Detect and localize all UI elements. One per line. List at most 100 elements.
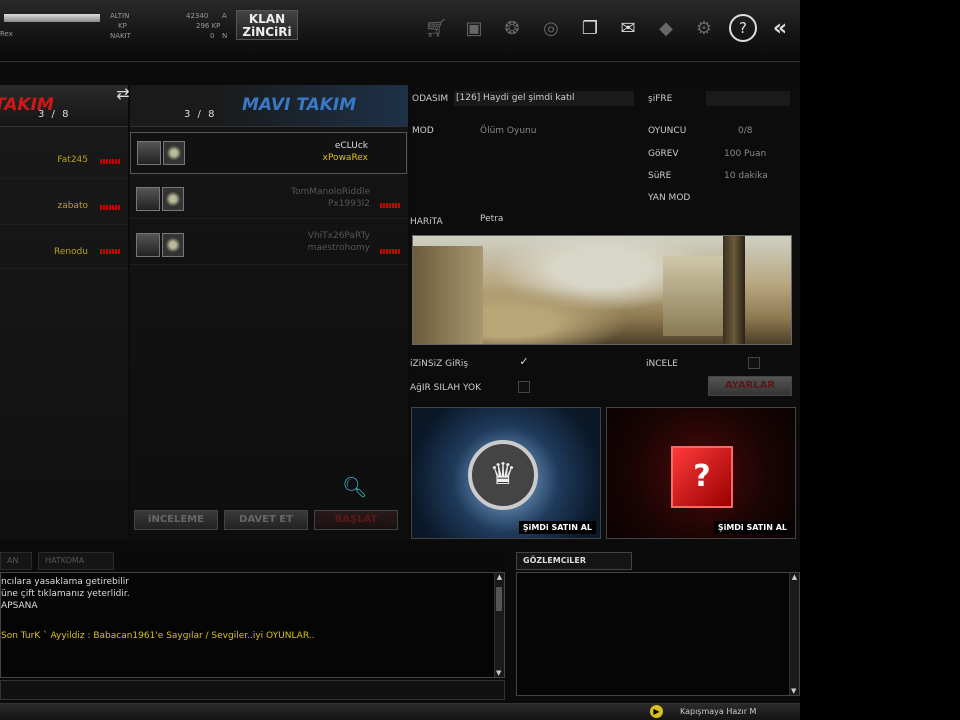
tag-icon[interactable]: ◆ [652,14,680,42]
crown-promo[interactable]: ♛ ŞiMDi SATIN AL [411,407,601,539]
ping-icon [100,159,120,164]
mod-value[interactable]: Ölüm Oyunu [480,126,536,136]
yan-mod-label: YAN MOD [648,193,691,203]
black-margin [800,0,960,720]
wolf-icon[interactable]: ❂ [498,14,526,42]
klan-zinciri-button[interactable]: KLAN ZiNCiRi [236,10,298,40]
nakit-label: NAKIT [110,32,131,40]
izinsiz-giris-checkbox[interactable]: ✓ [518,356,530,369]
scroll-up-icon[interactable]: ▲ [495,573,504,581]
scroll-down-icon[interactable]: ▼ [496,669,501,677]
gift-icon[interactable]: ❐ [576,14,604,42]
mystery-box-icon: ? [671,446,733,508]
gorev-value[interactable]: 100 Puan [724,149,766,159]
scroll-down-icon[interactable]: ▼ [791,687,796,695]
medal-icon[interactable]: ◎ [537,14,565,42]
blue-team-panel: 3 / 8 MAVI TAKIM eCLUck xPowaRex TomMano… [130,85,408,540]
incele-button[interactable]: iNCELEME [134,510,218,530]
rank-emblem-icon [162,233,184,257]
sure-value[interactable]: 10 dakika [724,171,768,181]
back-icon[interactable]: « [766,14,794,42]
rank-badge-icon [136,233,160,257]
klan-line2: ZiNCiRi [242,25,292,39]
kp-label: KP [118,22,127,30]
ping-icon [380,203,400,208]
crown-buy-button[interactable]: ŞiMDi SATIN AL [518,521,596,534]
blue-player-name: eCLUck [334,141,368,151]
red-team-panel: TAKIM 3 / 8 Fat245 zabato Renodu [0,85,128,540]
cart-icon[interactable]: 🛒︎ [422,14,450,42]
odasim-label: ODASIM [412,94,449,104]
observers-tab[interactable]: GÖZLEMCiLER [516,552,632,570]
rank-badge-icon [136,187,160,211]
scroll-thumb[interactable] [496,587,502,611]
status-bar: ▶ Kapışmaya Hazır M [0,703,800,720]
ayarlar-button[interactable]: AYARLAR [708,376,792,396]
red-team-count: 3 / 8 [38,109,71,120]
rank-emblem-icon [162,187,184,211]
inventory-icon[interactable]: ▣ [460,14,488,42]
rank-badge-icon [137,141,161,165]
harita-label: HARiTA [410,217,443,227]
agir-silah-label: AğIR SILAH YOK [410,383,482,393]
map-cliff [413,246,483,344]
room-title: [126] Haydi gel şimdi katıl [456,93,575,103]
nakit-unit: N [222,32,228,40]
ping-icon [100,205,120,210]
play-icon[interactable]: ▶ [650,705,663,718]
mystery-box-promo[interactable]: ? ŞiMDi SATIN AL [606,407,796,539]
tab-hatkoma[interactable]: HATKOMA [38,552,114,570]
incele-checkbox[interactable] [748,357,760,369]
gorev-label: GöREV [648,149,679,159]
scroll-up-icon[interactable]: ▲ [790,573,799,581]
map-building [663,256,723,336]
agir-silah-checkbox[interactable] [518,381,530,393]
harita-value[interactable]: Petra [480,214,503,224]
red-player-row[interactable]: Fat245 [0,139,128,179]
xp-bar [4,14,100,22]
altin-label: ALTIN [110,12,130,20]
chat-line: üne çift tıklamanız yeterlidir. [1,589,130,599]
password-field[interactable] [706,91,790,106]
blue-player-row[interactable]: eCLUck xPowaRex [130,132,407,174]
incele-label: iNCELE [646,359,678,369]
status-text: Kapışmaya Hazır M [680,707,757,716]
altin-unit: A [222,12,227,20]
red-player-row[interactable]: zabato [0,185,128,225]
red-player-name: zabato [57,201,88,211]
box-buy-button[interactable]: ŞiMDi SATIN AL [713,521,791,534]
oyuncu-value: 0/8 [738,126,753,136]
blue-player-name: TomManoloRiddle [291,187,370,197]
observers-scrollbar[interactable]: ▲ ▼ [789,573,799,695]
blue-team-name: MAVI TAKIM [242,95,357,115]
chat-log[interactable]: ncılara yasaklama getirebilir üne çift t… [0,572,505,678]
red-team-header: TAKIM 3 / 8 [0,85,128,127]
game-lobby: Rex ALTIN KP NAKIT 42340 A 296 KP 0 N KL… [0,0,800,720]
baslat-button[interactable]: BAŞLAT [314,510,398,530]
chat-scrollbar[interactable]: ▲ ▼ [494,573,504,677]
sifre-label: şiFRE [648,94,673,104]
altin-value: 42340 [186,12,209,20]
davet-et-button[interactable]: DAVET ET [224,510,308,530]
observers-list[interactable]: ▲ ▼ [516,572,800,696]
map-preview-image[interactable] [412,235,792,345]
blue-player-row[interactable]: TomManoloRiddle Px1993I2 [130,179,408,219]
chat-line: Son TurK ` Ayyildiz : Babacan1961'e Sayg… [1,631,315,641]
oyuncu-label: OYUNCU [648,126,687,136]
crown-icon: ♛ [468,440,538,510]
room-title-field[interactable]: [126] Haydi gel şimdi katıl [454,91,634,106]
search-icon[interactable]: 🔍︎ [342,475,367,499]
sure-label: SüRE [648,171,672,181]
mail-icon[interactable]: ✉ [614,14,642,42]
red-player-row[interactable]: Renodu [0,229,128,269]
blue-player-row[interactable]: VhiTx26PaRTy maestrohomy [130,225,408,265]
blue-team-header: 3 / 8 MAVI TAKIM [130,85,408,127]
blue-player-clan: Px1993I2 [327,199,370,209]
red-player-name: Renodu [53,247,88,257]
chat-line: ncılara yasaklama getirebilir [1,577,129,587]
blue-player-clan: maestrohomy [307,243,370,253]
tab-an[interactable]: AN [0,552,32,570]
help-icon[interactable]: ? [729,14,757,42]
gear-icon[interactable]: ⚙ [690,14,718,42]
chat-input[interactable] [0,680,505,700]
